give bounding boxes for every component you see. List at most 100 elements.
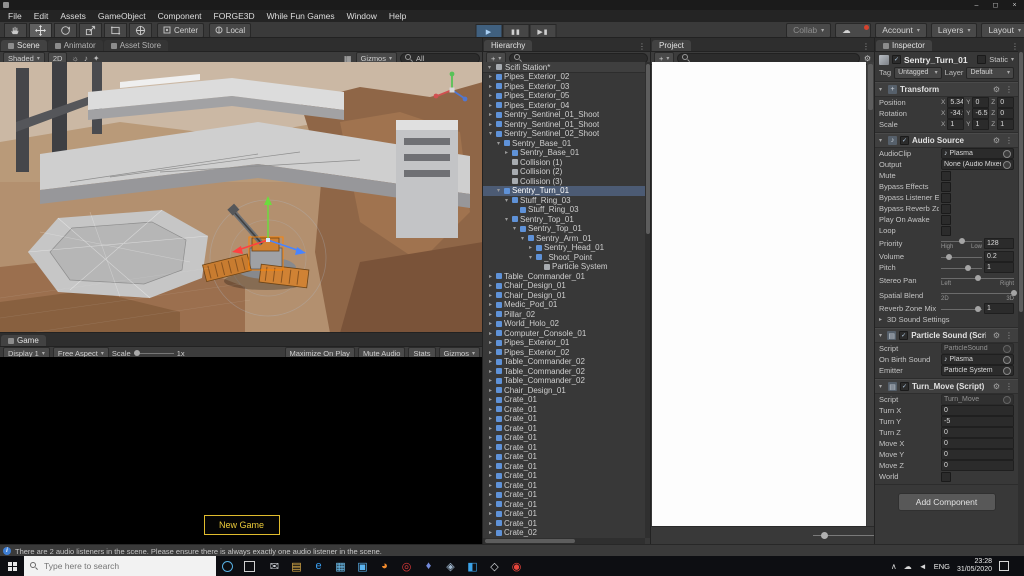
move-y-field[interactable]: 0 xyxy=(941,449,1014,460)
foldout-icon[interactable]: ▾ xyxy=(503,216,510,223)
hierarchy-item[interactable]: ▸ Crate_01 xyxy=(483,490,645,500)
hierarchy-item[interactable]: ▾ Sentry_Turn_01 xyxy=(483,186,645,196)
hierarchy-item[interactable]: ▸ Crate_01 xyxy=(483,471,645,481)
store-icon[interactable]: ▦ xyxy=(330,556,351,576)
scale-y-field[interactable]: 1 xyxy=(972,119,990,130)
foldout-icon[interactable]: ▾ xyxy=(503,197,510,204)
world-checkbox[interactable] xyxy=(941,471,951,482)
rotation-y-field[interactable]: -6.516 xyxy=(972,108,990,119)
tab-scene[interactable]: Scene xyxy=(1,40,47,51)
hierarchy-item[interactable]: ▸ Sentry_Head_01 xyxy=(483,243,645,253)
foldout-icon[interactable]: ▸ xyxy=(487,292,494,299)
hierarchy-item[interactable]: ▾ Sentry_Arm_01 xyxy=(483,234,645,244)
hierarchy-item[interactable]: ▸ Crate_01 xyxy=(483,395,645,405)
add-component-button[interactable]: Add Component xyxy=(897,493,996,511)
hierarchy-item[interactable]: ▾ _Shoot_Point xyxy=(483,253,645,263)
move-z-field[interactable]: 0 xyxy=(941,460,1014,471)
rotation-z-field[interactable]: 0 xyxy=(997,108,1015,119)
layout-dropdown[interactable]: Layout ▾ xyxy=(981,22,1024,38)
photos-icon[interactable]: ▣ xyxy=(352,556,373,576)
mail-icon[interactable]: ✉ xyxy=(264,556,285,576)
component-enabled-checkbox[interactable]: ✓ xyxy=(900,136,909,145)
tag-dropdown[interactable]: Untagged ▾ xyxy=(894,66,942,79)
inspector-vertical-scrollbar[interactable] xyxy=(1018,50,1024,544)
foldout-icon[interactable]: ▸ xyxy=(487,434,494,441)
foldout-icon[interactable]: ▾ xyxy=(495,187,502,194)
reverb-zone-mix-slider[interactable] xyxy=(941,303,982,314)
hierarchy-item[interactable]: ▾ Sentry_Base_01 xyxy=(483,139,645,149)
play-on-awake-checkbox[interactable] xyxy=(941,214,951,225)
play-button[interactable]: ▶ xyxy=(475,24,503,39)
output-field[interactable]: None (Audio Mixer) xyxy=(941,159,1014,170)
foldout-icon[interactable]: ▸ xyxy=(487,368,494,375)
foldout-icon[interactable]: ▾ xyxy=(511,225,518,232)
discord-icon[interactable]: ♦ xyxy=(418,556,439,576)
hierarchy-item[interactable]: ▸ Crate_01 xyxy=(483,481,645,491)
tab-animator[interactable]: Animator xyxy=(47,40,103,51)
hierarchy-item[interactable]: Particle System xyxy=(483,262,645,272)
explorer-icon[interactable]: ▤ xyxy=(286,556,307,576)
collab-button[interactable]: Collab ▾ xyxy=(786,22,832,38)
menu-file[interactable]: File xyxy=(2,11,28,21)
hierarchy-item[interactable]: ▸ Crate_01 xyxy=(483,414,645,424)
menu-gameobject[interactable]: GameObject xyxy=(92,11,152,21)
rotate-tool-button[interactable] xyxy=(54,22,77,38)
hierarchy-item[interactable]: ▸ Crate_01 xyxy=(483,443,645,453)
panel-menu-icon[interactable]: ⋮ xyxy=(858,42,874,51)
foldout-icon[interactable]: ▸ xyxy=(487,121,494,128)
component-enabled-checkbox[interactable]: ✓ xyxy=(899,331,909,340)
start-button[interactable] xyxy=(0,556,24,576)
menu-forge3d[interactable]: FORGE3D xyxy=(208,11,261,21)
slider-knob[interactable] xyxy=(946,253,953,260)
tab-project[interactable]: Project xyxy=(652,40,691,51)
script-field[interactable]: Turn_Move xyxy=(941,394,1014,405)
component-enabled-checkbox[interactable]: ✓ xyxy=(900,382,909,391)
hierarchy-item[interactable]: ▸ Pipes_Exterior_04 xyxy=(483,101,645,111)
pivot-toggle-button[interactable]: Center xyxy=(157,22,205,38)
foldout-icon[interactable]: ▸ xyxy=(503,149,510,156)
cloud-services-button[interactable]: ☁ xyxy=(835,22,872,38)
foldout-icon[interactable]: ▸ xyxy=(487,491,494,498)
onedrive-icon[interactable]: ☁ xyxy=(904,562,912,571)
panel-menu-icon[interactable]: ⋮ xyxy=(634,42,650,51)
priority-slider[interactable]: High Low xyxy=(941,236,982,251)
more-icon[interactable]: ⋮ xyxy=(1004,136,1014,145)
scene-viewport-3d[interactable] xyxy=(0,62,483,333)
hierarchy-item[interactable]: Collision (1) xyxy=(483,158,645,168)
scrollbar-thumb[interactable] xyxy=(868,64,873,110)
scale-x-field[interactable]: 1 xyxy=(947,119,965,130)
foldout-icon[interactable]: ▸ xyxy=(527,244,534,251)
foldout-icon[interactable]: ▾ xyxy=(495,140,502,147)
foldout-icon[interactable]: ▸ xyxy=(487,463,494,470)
scrollbar-thumb[interactable] xyxy=(1019,52,1023,312)
slider-knob[interactable] xyxy=(958,238,965,244)
foldout-icon[interactable]: ▸ xyxy=(487,396,494,403)
active-checkbox[interactable]: ✓ xyxy=(892,55,901,64)
hierarchy-item[interactable]: ▸ Pipes_Exterior_03 xyxy=(483,82,645,92)
hierarchy-item[interactable]: ▸ Sentry_Base_01 xyxy=(483,148,645,158)
hierarchy-item[interactable]: ▸ Chair_Design_01 xyxy=(483,291,645,301)
scrollbar-thumb[interactable] xyxy=(485,539,575,543)
gameobject-name-field[interactable]: Sentry_Turn_01 xyxy=(904,55,974,65)
language-indicator[interactable]: ENG xyxy=(934,562,950,571)
slider-knob[interactable] xyxy=(965,264,972,271)
foldout-icon[interactable]: ▾ xyxy=(527,254,534,261)
account-dropdown[interactable]: Account ▾ xyxy=(875,22,927,38)
component-header[interactable]: ▾▤✓Particle Sound (Script) ⚙⋮ xyxy=(875,328,1018,343)
tab-asset-store[interactable]: Asset Store xyxy=(103,40,169,51)
firefox-icon[interactable]: ◕ xyxy=(374,556,395,576)
foldout-icon[interactable]: ▸ xyxy=(487,349,494,356)
taskbar-search-input[interactable] xyxy=(42,560,210,572)
tab-game[interactable]: Game xyxy=(1,335,46,346)
foldout-icon[interactable]: ▸ xyxy=(487,320,494,327)
more-icon[interactable]: ⋮ xyxy=(1004,85,1014,94)
foldout-icon[interactable]: ▸ xyxy=(487,282,494,289)
asset-zoom-slider[interactable] xyxy=(813,532,875,539)
cortana-button[interactable] xyxy=(216,556,238,576)
position-x-field[interactable]: 5.3405 xyxy=(947,97,965,108)
hierarchy-item[interactable]: ▸ Pipes_Exterior_02 xyxy=(483,72,645,82)
foldout-icon[interactable]: ▾ xyxy=(879,86,885,93)
object-picker-icon[interactable] xyxy=(1003,149,1011,158)
maximize-button[interactable]: ◻ xyxy=(986,0,1005,10)
menu-component[interactable]: Component xyxy=(152,11,208,21)
